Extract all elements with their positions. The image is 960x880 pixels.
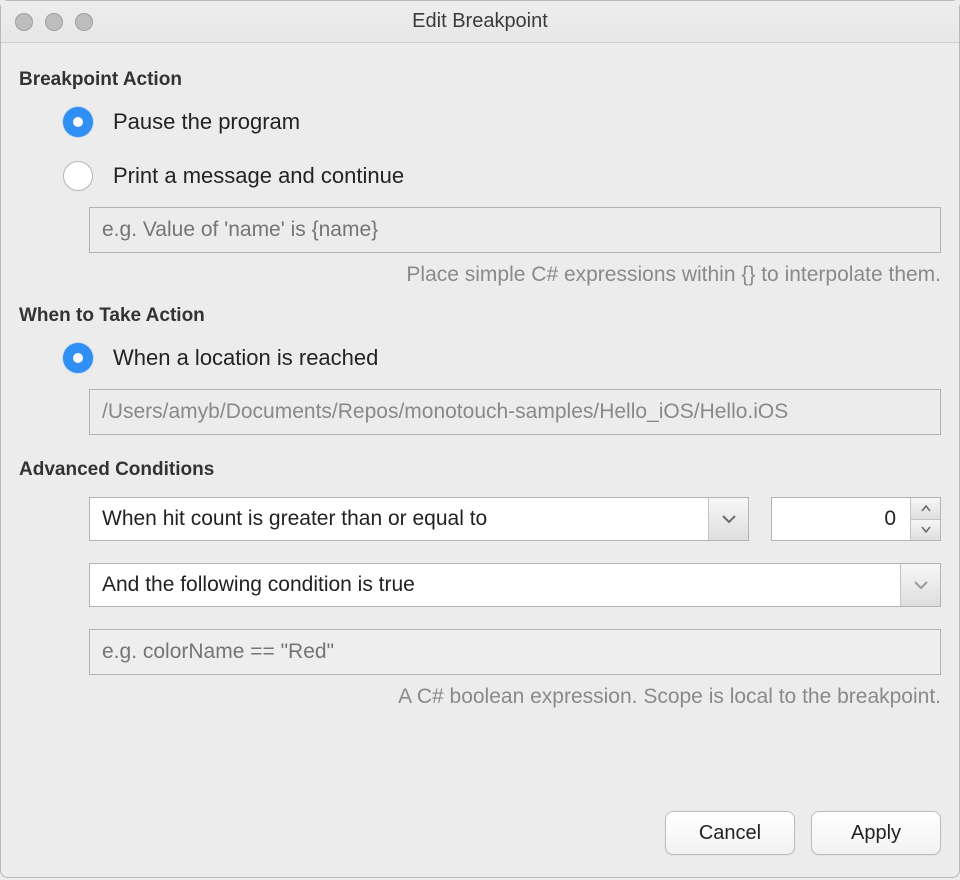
when-heading: When to Take Action <box>19 305 941 327</box>
condition-combo-text: And the following condition is true <box>90 573 900 597</box>
edit-breakpoint-window: Edit Breakpoint Breakpoint Action Pause … <box>0 0 960 878</box>
window-controls <box>15 13 93 31</box>
chevron-down-icon[interactable] <box>708 498 748 540</box>
close-icon[interactable] <box>15 13 33 31</box>
advanced-heading: Advanced Conditions <box>19 459 941 481</box>
radio-pause-label: Pause the program <box>113 109 300 135</box>
cancel-button-label: Cancel <box>699 822 761 845</box>
window-title: Edit Breakpoint <box>1 10 959 33</box>
hitcount-combo[interactable]: When hit count is greater than or equal … <box>89 497 749 541</box>
hitcount-combo-text: When hit count is greater than or equal … <box>90 507 708 531</box>
radio-pause[interactable] <box>63 107 93 137</box>
print-message-input[interactable] <box>89 207 941 253</box>
minimize-icon[interactable] <box>45 13 63 31</box>
hitcount-value[interactable]: 0 <box>772 498 910 540</box>
stepper-up-icon[interactable] <box>911 498 940 520</box>
hitcount-spinner[interactable]: 0 <box>771 497 941 541</box>
titlebar: Edit Breakpoint <box>1 1 959 43</box>
radio-print-label: Print a message and continue <box>113 163 404 189</box>
dialog-footer: Cancel Apply <box>1 795 959 877</box>
chevron-down-icon[interactable] <box>900 564 940 606</box>
apply-button[interactable]: Apply <box>811 811 941 855</box>
apply-button-label: Apply <box>851 822 901 845</box>
stepper-down-icon[interactable] <box>911 520 940 541</box>
location-path-input[interactable] <box>89 389 941 435</box>
zoom-icon[interactable] <box>75 13 93 31</box>
radio-location-label: When a location is reached <box>113 345 378 371</box>
radio-print[interactable] <box>63 161 93 191</box>
condition-combo[interactable]: And the following condition is true <box>89 563 941 607</box>
radio-location[interactable] <box>63 343 93 373</box>
breakpoint-action-heading: Breakpoint Action <box>19 69 941 91</box>
condition-hint: A C# boolean expression. Scope is local … <box>19 685 941 709</box>
condition-expression-input[interactable] <box>89 629 941 675</box>
cancel-button[interactable]: Cancel <box>665 811 795 855</box>
print-message-hint: Place simple C# expressions within {} to… <box>19 263 941 287</box>
